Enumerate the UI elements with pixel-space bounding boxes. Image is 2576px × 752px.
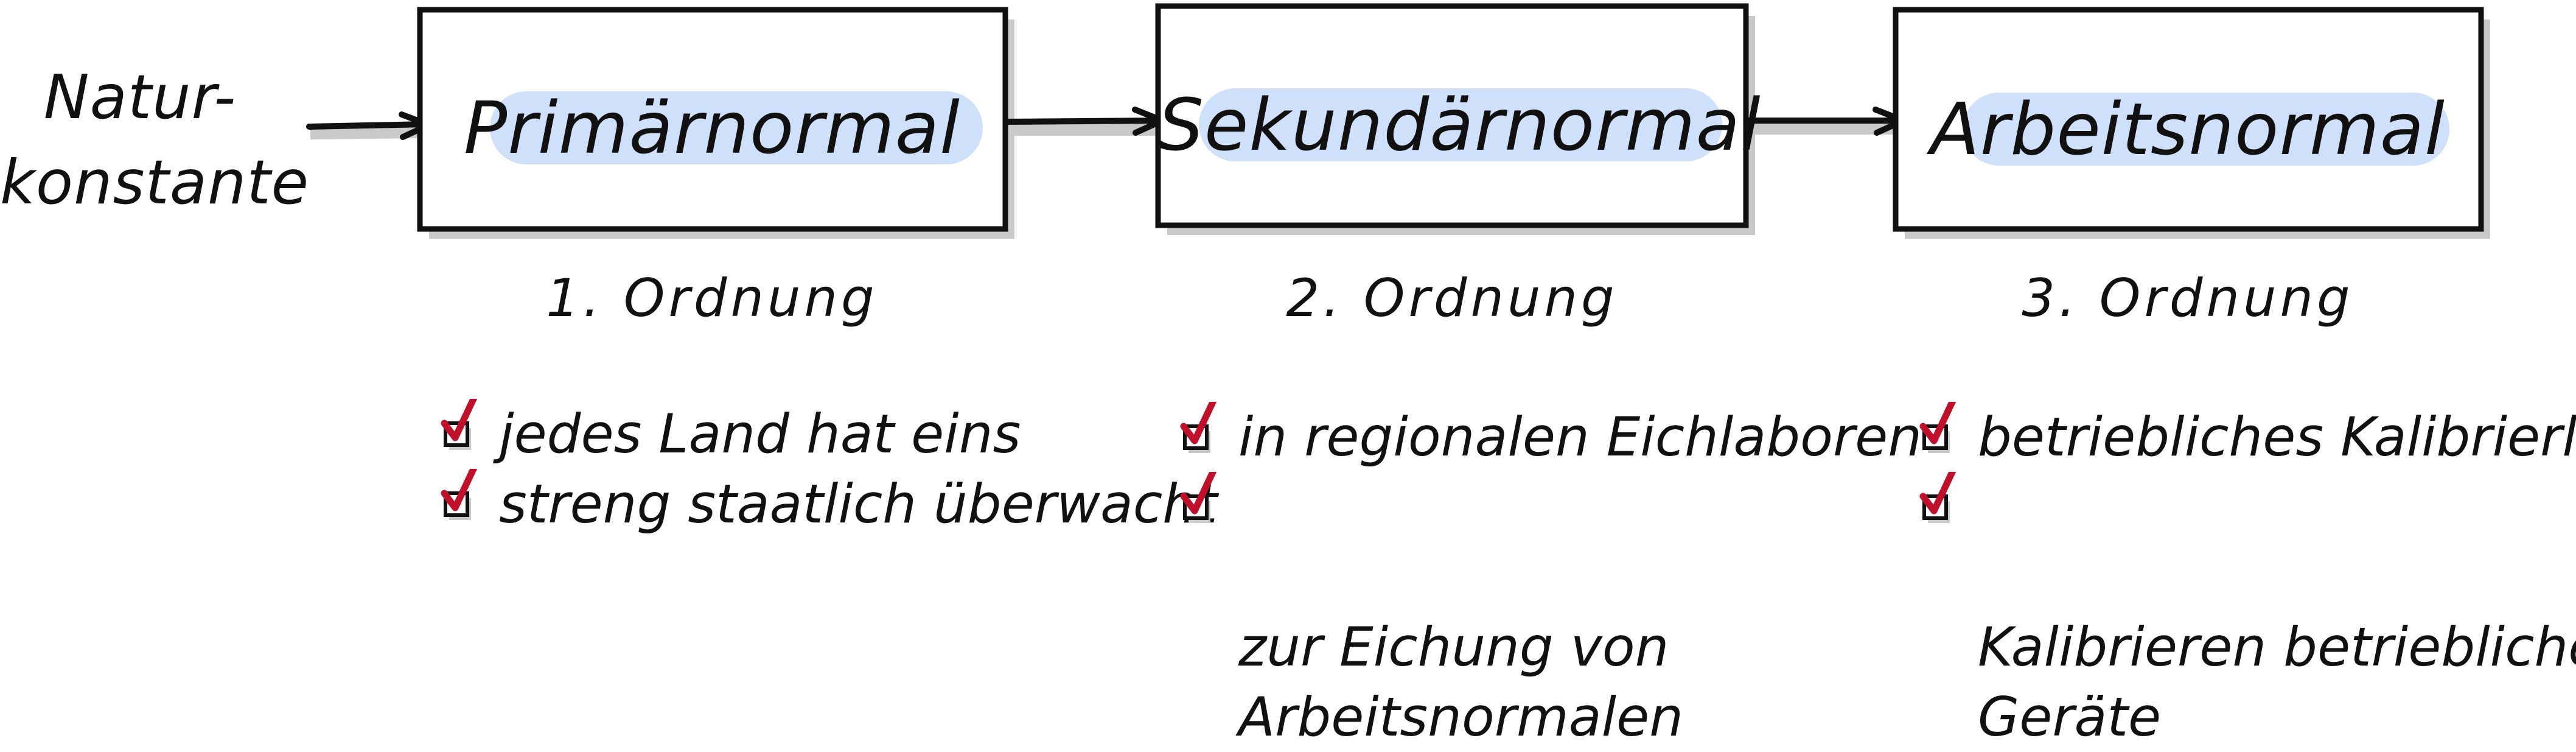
bullet-list-1: jedes Land hat eins streng staatlich übe… bbox=[432, 399, 1218, 539]
bullet-text: streng staatlich überwacht bbox=[499, 473, 1218, 535]
bullet-text: betriebliches Kalibrierlabor bbox=[1978, 406, 2576, 468]
bullet-text: Kalibrieren betrieblicher Geräte bbox=[1978, 616, 2576, 748]
checked-checkbox-icon bbox=[1919, 402, 1956, 453]
checked-checkbox-icon bbox=[441, 399, 478, 450]
checked-checkbox-icon bbox=[1180, 472, 1217, 523]
box-title-primaernormal: Primärnormal bbox=[464, 86, 960, 170]
bullet-item: betriebliches Kalibrierlabor bbox=[1911, 402, 2576, 472]
bullet-item: jedes Land hat eins bbox=[432, 399, 1218, 469]
order-label-3: 3. Ordnung bbox=[2022, 268, 2354, 329]
order-label-1: 1. Ordnung bbox=[546, 268, 878, 329]
source-label: Natur- konstante bbox=[0, 61, 310, 218]
bullet-text: in regionalen Eichlaboren bbox=[1238, 406, 1922, 468]
diagram: Natur- konstante Primärnormal 1. Ordnung… bbox=[0, 0, 2576, 748]
bullet-item: streng staatlich überwacht bbox=[432, 469, 1218, 539]
bullet-item: in regionalen Eichlaboren bbox=[1171, 402, 1922, 472]
box-title-arbeitsnormal: Arbeitsnormal bbox=[1930, 87, 2445, 171]
checked-checkbox-icon bbox=[1919, 472, 1956, 523]
checked-checkbox-icon bbox=[441, 469, 478, 520]
bullet-text: zur Eichung von Arbeitsnormalen bbox=[1238, 616, 1683, 748]
bullet-item: zur Eichung von Arbeitsnormalen bbox=[1171, 472, 1922, 748]
arrow-source-to-primary bbox=[306, 111, 432, 140]
arrow-primary-to-secondary bbox=[1004, 107, 1165, 136]
bullet-item: Kalibrieren betrieblicher Geräte bbox=[1911, 472, 2576, 748]
order-label-2: 2. Ordnung bbox=[1286, 268, 1618, 329]
checked-checkbox-icon bbox=[1180, 402, 1217, 453]
bullet-list-3: betriebliches Kalibrierlabor Kalibrieren… bbox=[1911, 402, 2576, 748]
bullet-list-2: in regionalen Eichlaboren zur Eichung vo… bbox=[1171, 402, 1922, 748]
bullet-text: jedes Land hat eins bbox=[499, 402, 1021, 465]
arrow-secondary-to-work bbox=[1745, 107, 1907, 136]
box-title-sekundaernormal: Sekundärnormal bbox=[1158, 83, 1761, 167]
